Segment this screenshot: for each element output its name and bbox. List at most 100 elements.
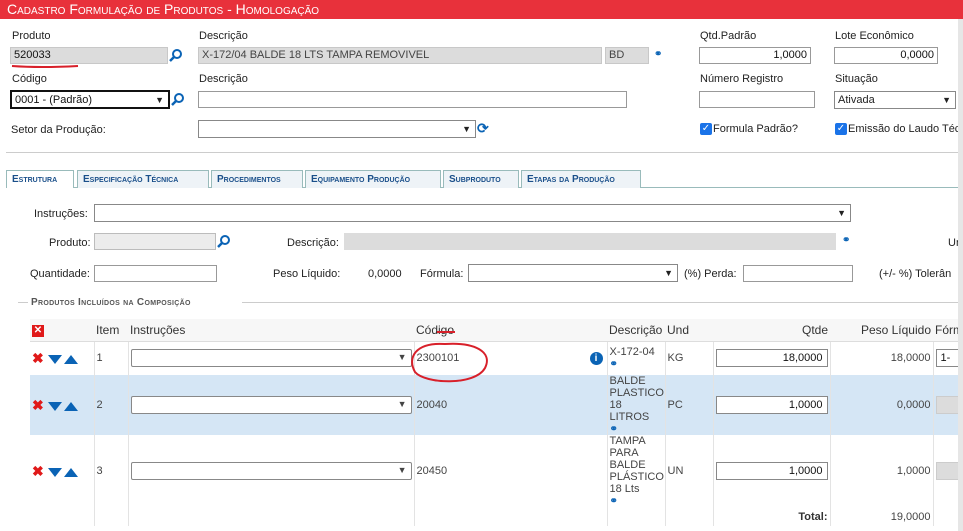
lote-input[interactable]: 0,0000 bbox=[834, 47, 938, 64]
cell-qtde: 1,0000 bbox=[713, 435, 831, 507]
numero-registro-input[interactable] bbox=[699, 91, 815, 108]
setor-select[interactable]: ▼ bbox=[198, 120, 476, 138]
search-icon[interactable] bbox=[169, 48, 183, 62]
chevron-down-icon: ▼ bbox=[462, 124, 471, 134]
col-peso: Peso Líquido bbox=[830, 319, 933, 342]
qtde-input[interactable]: 1,0000 bbox=[715, 396, 828, 414]
codigo-label: Código bbox=[12, 73, 47, 85]
row-instrucoes-select[interactable]: ▼ bbox=[130, 396, 412, 414]
move-down-icon[interactable] bbox=[47, 355, 62, 365]
cell-und: KG bbox=[665, 341, 714, 375]
cell-qtde: 1,0000 bbox=[713, 375, 831, 435]
move-up-icon[interactable] bbox=[63, 468, 78, 478]
cell-instrucoes: ▼ bbox=[128, 435, 415, 507]
tolerancia-label: (+/- %) Tolerân bbox=[879, 268, 952, 280]
formula-padrao-label: Formula Padrão? bbox=[713, 123, 798, 135]
codigo-select-value: 0001 - (Padrão) bbox=[15, 94, 93, 106]
perda-label: (%) Perda: bbox=[684, 268, 737, 280]
peso-liquido-label: Peso Líquido: bbox=[273, 268, 341, 280]
descricao2-input[interactable] bbox=[198, 91, 627, 108]
tab-equipamento-producao[interactable]: Equipamento Produção bbox=[305, 170, 441, 188]
tab-etapas-producao[interactable]: Etapas da Produção bbox=[521, 170, 641, 188]
chevron-down-icon: ▼ bbox=[155, 95, 164, 105]
cell-instrucoes: ▼ bbox=[128, 375, 415, 435]
move-down-icon[interactable] bbox=[47, 402, 62, 412]
tab-procedimentos[interactable]: Procedimentos bbox=[211, 170, 303, 188]
form-produto-label: Produto: bbox=[49, 237, 91, 249]
delete-all-icon[interactable]: ✕ bbox=[32, 325, 44, 338]
emissao-laudo-checkbox[interactable]: ✓ bbox=[835, 123, 847, 135]
cell-qtde: 18,0000 bbox=[713, 341, 831, 375]
col-und: Und bbox=[665, 319, 713, 342]
col-descricao: Descrição bbox=[607, 319, 665, 342]
delete-row-icon[interactable]: ✖ bbox=[32, 397, 44, 413]
produto-input[interactable]: 520033 bbox=[10, 47, 168, 64]
formula-label: Fórmula: bbox=[420, 268, 464, 280]
binoculars-icon[interactable]: ⚭ bbox=[610, 496, 618, 507]
binoculars-icon[interactable]: ⚭ bbox=[610, 359, 618, 370]
row-actions: ✖ bbox=[30, 435, 95, 507]
move-up-icon[interactable] bbox=[63, 402, 78, 412]
binoculars-icon[interactable]: ⚭ bbox=[610, 424, 618, 435]
window-title: Cadastro Formulação de Produtos - Homolo… bbox=[0, 0, 963, 19]
search-icon[interactable] bbox=[217, 234, 231, 248]
cell-codigo: 20450 bbox=[414, 435, 608, 507]
col-qtde: Qtde bbox=[713, 319, 830, 342]
cell-peso: 0,0000 bbox=[830, 375, 934, 435]
cell-instrucoes: ▼ bbox=[128, 341, 415, 375]
tab-subproduto[interactable]: Subproduto bbox=[443, 170, 519, 188]
row-actions: ✖ bbox=[30, 341, 95, 375]
divider bbox=[6, 152, 963, 153]
move-up-icon[interactable] bbox=[63, 355, 78, 365]
instrucoes-select[interactable]: ▼ bbox=[94, 204, 851, 222]
produto-label: Produto bbox=[12, 30, 51, 42]
total-label: Total: bbox=[713, 507, 831, 526]
table-row[interactable]: ✖ 3 ▼ 20450 TAMPA PARA BALDE PLÁSTICO 18… bbox=[30, 435, 963, 507]
form-descricao-label: Descrição: bbox=[287, 237, 339, 249]
row-instrucoes-select[interactable]: ▼ bbox=[130, 349, 412, 368]
situacao-select-value: Ativada bbox=[838, 94, 875, 106]
total-row: Total: 19,0000 bbox=[30, 507, 963, 526]
chevron-down-icon: ▼ bbox=[664, 268, 673, 278]
refresh-icon[interactable]: ⟳ bbox=[477, 120, 489, 137]
chevron-down-icon: ▼ bbox=[942, 95, 951, 105]
formula-input[interactable]: 1- bbox=[935, 349, 961, 368]
tab-especificacao-tecnica[interactable]: Especificação Técnica bbox=[77, 170, 209, 188]
fieldset-border bbox=[242, 302, 963, 303]
scrollbar[interactable] bbox=[958, 19, 963, 531]
search-icon[interactable] bbox=[171, 92, 185, 106]
qtde-input[interactable]: 1,0000 bbox=[715, 462, 828, 480]
formula-padrao-checkbox[interactable]: ✓ bbox=[700, 123, 712, 135]
move-down-icon[interactable] bbox=[47, 468, 62, 478]
tab-estrutura[interactable]: Estrutura bbox=[6, 170, 74, 188]
perda-input[interactable] bbox=[743, 265, 853, 282]
descricao-label: Descrição bbox=[199, 30, 248, 42]
table-row[interactable]: ✖ 2 ▼ 20040 BALDE PLASTICO 18 LITROS ⚭ PC… bbox=[30, 375, 963, 435]
formula-select[interactable]: ▼ bbox=[468, 264, 678, 282]
codigo-select[interactable]: 0001 - (Padrão) ▼ bbox=[10, 90, 170, 109]
descricao-input: X-172/04 BALDE 18 LTS TAMPA REMOVIVEL bbox=[198, 47, 602, 64]
table-row[interactable]: ✖ 1 ▼ 2300101 i X-172-04 ⚭ KG 18,0000 18,0… bbox=[30, 341, 963, 375]
row-actions: ✖ bbox=[30, 375, 95, 435]
qtde-input[interactable]: 18,0000 bbox=[715, 349, 828, 368]
cell-peso: 18,0000 bbox=[830, 341, 934, 375]
form-produto-input[interactable] bbox=[94, 233, 216, 250]
quantidade-input[interactable] bbox=[94, 265, 217, 282]
underline-annotation bbox=[11, 65, 79, 68]
binoculars-icon[interactable]: ⚭ bbox=[842, 235, 850, 246]
situacao-label: Situação bbox=[835, 73, 878, 85]
qtd-padrao-input[interactable]: 1,0000 bbox=[699, 47, 811, 64]
setor-label: Setor da Produção: bbox=[11, 124, 106, 136]
delete-row-icon[interactable]: ✖ bbox=[32, 463, 44, 479]
info-icon[interactable]: i bbox=[589, 351, 603, 365]
chevron-down-icon: ▼ bbox=[397, 465, 407, 475]
binoculars-icon[interactable]: ⚭ bbox=[654, 49, 662, 60]
descricao-value: X-172-04 bbox=[609, 346, 655, 359]
cell-descricao: X-172-04 ⚭ bbox=[607, 341, 666, 375]
situacao-select[interactable]: Ativada ▼ bbox=[834, 91, 956, 109]
row-instrucoes-select[interactable]: ▼ bbox=[130, 462, 412, 480]
descricao-value: TAMPA PARA BALDE PLÁSTICO 18 Lts bbox=[609, 435, 664, 495]
formula-input bbox=[935, 396, 961, 414]
cell-item: 2 bbox=[94, 375, 129, 435]
delete-row-icon[interactable]: ✖ bbox=[32, 350, 44, 366]
